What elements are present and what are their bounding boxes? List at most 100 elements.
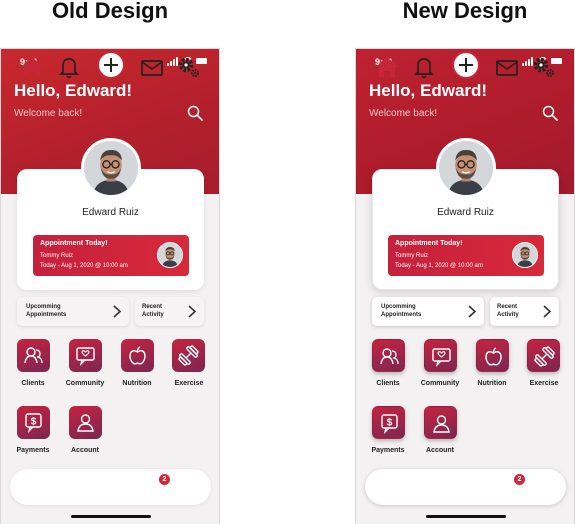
- search-icon[interactable]: [542, 105, 558, 121]
- settings-icon: [178, 57, 200, 78]
- tab-settings[interactable]: [529, 53, 557, 81]
- appointment-title: Appointment Today!: [40, 240, 108, 247]
- old-design-label: Old Design: [51, 0, 169, 23]
- community-icon: [76, 347, 95, 366]
- welcome-subtitle: Welcome back!: [369, 108, 438, 119]
- bell-icon: [58, 58, 80, 79]
- payments-tile[interactable]: $: [372, 406, 405, 439]
- appointment-datetime: Today - Aug 1, 2020 @ 10:00 am: [395, 263, 483, 269]
- user-name: Edward Ruiz: [82, 207, 139, 218]
- exercise-label: Exercise: [529, 380, 559, 387]
- community-icon: [432, 348, 451, 367]
- account-tile[interactable]: [424, 406, 457, 439]
- tab-add[interactable]: [96, 50, 126, 80]
- account-icon: [433, 415, 450, 433]
- community-tile[interactable]: [424, 339, 457, 372]
- tab-notifications[interactable]: [410, 53, 438, 81]
- apple-icon: [485, 347, 502, 366]
- exercise-label: Exercise: [174, 380, 204, 387]
- home-icon: [376, 57, 398, 77]
- account-tile[interactable]: [69, 406, 102, 439]
- appointment-avatar: [512, 242, 538, 268]
- appointment-person: Tommy Ruiz: [40, 253, 74, 259]
- recent-activity-label: Recent Activity: [142, 304, 164, 318]
- payments-label: Payments: [16, 447, 50, 454]
- appointment-card[interactable]: Appointment Today! Tommy Ruiz Today - Au…: [33, 235, 189, 276]
- appointment-card[interactable]: Appointment Today! Tommy Ruiz Today - Au…: [388, 235, 544, 276]
- community-label: Community: [65, 380, 105, 387]
- recent-activity-button[interactable]: Recent Activity: [135, 297, 204, 326]
- home-indicator: [71, 515, 151, 518]
- clients-tile[interactable]: [17, 339, 50, 372]
- settings-icon: [533, 57, 555, 78]
- payments-tile[interactable]: $: [17, 406, 50, 439]
- comparison-canvas: Old Design New Design 9:41 Hello, Edward…: [0, 0, 575, 524]
- nutrition-label: Nutrition: [122, 380, 152, 387]
- new-design-phone: 9:41 Hello, Edward! Welcome back!: [355, 48, 575, 524]
- bottom-tab-bar: [10, 469, 211, 505]
- signal-icon: [170, 61, 172, 66]
- mail-icon: [496, 60, 518, 76]
- dumbbell-icon: [534, 346, 555, 367]
- apple-icon: [129, 346, 146, 365]
- signal-icon: [167, 63, 169, 66]
- upcoming-appointments-button[interactable]: Upcomming Appointments: [17, 297, 129, 326]
- new-design-label: New Design: [402, 0, 528, 23]
- clients-label: Clients: [376, 380, 400, 387]
- exercise-tile[interactable]: [527, 339, 560, 372]
- chevron-right-icon: [188, 305, 197, 318]
- nutrition-label: Nutrition: [477, 380, 507, 387]
- avatar[interactable]: [81, 138, 141, 198]
- bottom-tab-bar: [365, 469, 566, 505]
- appointment-datetime: Today - Aug 1, 2020 @ 10:00 am: [40, 263, 128, 269]
- search-icon[interactable]: [187, 105, 203, 121]
- signal-icon: [522, 63, 524, 66]
- upcoming-appointments-label: Upcomming Appointments: [381, 304, 422, 318]
- tab-settings[interactable]: [174, 53, 202, 81]
- account-icon: [77, 414, 94, 432]
- user-name: Edward Ruiz: [437, 207, 494, 218]
- tab-notifications[interactable]: [55, 53, 83, 81]
- nutrition-tile[interactable]: [476, 339, 509, 372]
- payments-icon: $: [381, 414, 398, 434]
- exercise-tile[interactable]: [172, 339, 205, 372]
- add-icon: [452, 51, 480, 79]
- tab-add[interactable]: [451, 50, 481, 80]
- appointment-photo: [158, 243, 182, 267]
- add-icon: [97, 51, 125, 79]
- signal-icon: [525, 61, 527, 66]
- bell-icon: [413, 58, 435, 79]
- account-label: Account: [71, 447, 99, 454]
- profile-photo: [84, 141, 138, 195]
- upcoming-appointments-button[interactable]: Upcomming Appointments: [372, 297, 484, 326]
- appointment-person: Tommy Ruiz: [395, 253, 429, 259]
- payments-icon: $: [25, 413, 42, 433]
- welcome-subtitle: Welcome back!: [14, 108, 83, 119]
- mail-icon: [141, 60, 163, 76]
- recent-activity-label: Recent Activity: [497, 304, 519, 318]
- account-label: Account: [426, 447, 454, 454]
- community-label: Community: [420, 380, 460, 387]
- mail-badge: 2: [514, 474, 525, 485]
- tab-messages[interactable]: [493, 53, 521, 81]
- dumbbell-icon: [178, 345, 199, 366]
- community-tile[interactable]: [69, 339, 102, 372]
- chevron-right-icon: [543, 305, 552, 318]
- home-indicator: [426, 515, 506, 518]
- nutrition-tile[interactable]: [121, 339, 154, 372]
- tab-home[interactable]: [373, 53, 401, 81]
- tab-messages[interactable]: [138, 53, 166, 81]
- appointment-photo: [513, 243, 537, 267]
- tab-home[interactable]: [18, 53, 46, 81]
- clients-tile[interactable]: [372, 339, 405, 372]
- upcoming-appointments-label: Upcomming Appointments: [26, 304, 67, 318]
- recent-activity-button[interactable]: Recent Activity: [490, 297, 559, 326]
- svg-text:$: $: [31, 417, 37, 428]
- avatar[interactable]: [436, 138, 496, 198]
- payments-label: Payments: [371, 447, 405, 454]
- appointment-avatar: [157, 242, 183, 268]
- clients-label: Clients: [21, 380, 45, 387]
- clients-icon: [380, 348, 399, 365]
- chevron-right-icon: [468, 305, 477, 318]
- greeting-title: Hello, Edward!: [14, 81, 133, 100]
